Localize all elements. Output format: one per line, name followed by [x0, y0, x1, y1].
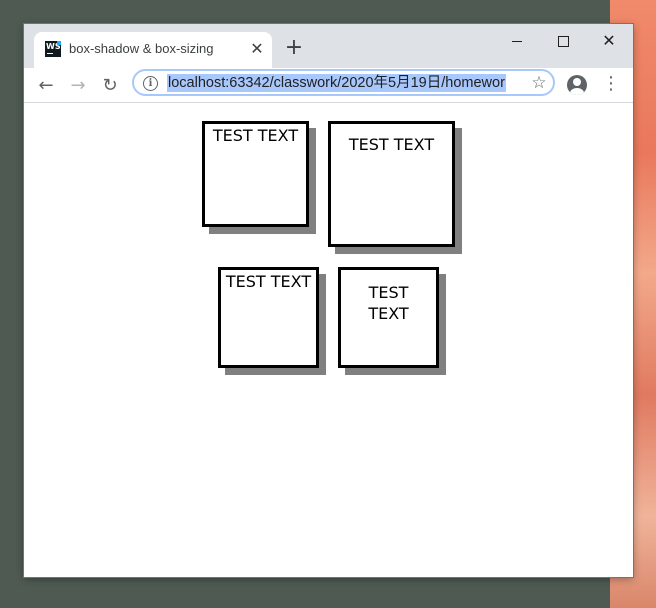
- new-tab-button[interactable]: +: [282, 37, 306, 61]
- address-bar[interactable]: i localhost:63342/classwork/2020年5月19日/h…: [132, 69, 555, 96]
- test-box-1: TEST TEXT: [202, 121, 309, 227]
- forward-button[interactable]: →: [66, 74, 90, 98]
- back-button[interactable]: ←: [34, 74, 58, 98]
- tab-strip: WS box-shadow & box-sizing ✕ + ✕: [24, 24, 633, 68]
- test-box-2: TEST TEXT: [328, 121, 455, 247]
- tab-active[interactable]: WS box-shadow & box-sizing ✕: [34, 32, 272, 68]
- maximize-icon: [557, 35, 569, 47]
- bookmark-star-icon[interactable]: ☆: [527, 71, 551, 95]
- test-box-4: TEST TEXT: [338, 267, 439, 368]
- profile-avatar-icon[interactable]: [567, 75, 587, 95]
- reload-button[interactable]: ↻: [98, 74, 122, 98]
- test-box-3: TEST TEXT: [218, 267, 319, 368]
- close-window-button[interactable]: ✕: [586, 28, 632, 56]
- webstorm-icon: WS: [45, 41, 61, 57]
- info-icon[interactable]: i: [143, 76, 158, 91]
- page-content: TEST TEXT TEST TEXT TEST TEXT TEST TEXT: [24, 103, 633, 577]
- tab-title: box-shadow & box-sizing: [69, 41, 214, 56]
- url-input[interactable]: localhost:63342/classwork/2020年5月19日/hom…: [167, 74, 506, 92]
- minimize-button[interactable]: [494, 28, 540, 56]
- maximize-button[interactable]: [540, 28, 586, 56]
- browser-window: WS box-shadow & box-sizing ✕ + ✕ ← → ↻ i…: [24, 24, 633, 577]
- browser-toolbar: ← → ↻ i localhost:63342/classwork/2020年5…: [24, 68, 633, 103]
- menu-icon[interactable]: ⋮: [602, 74, 620, 96]
- close-tab-icon[interactable]: ✕: [248, 40, 266, 58]
- minimize-icon: [512, 40, 522, 42]
